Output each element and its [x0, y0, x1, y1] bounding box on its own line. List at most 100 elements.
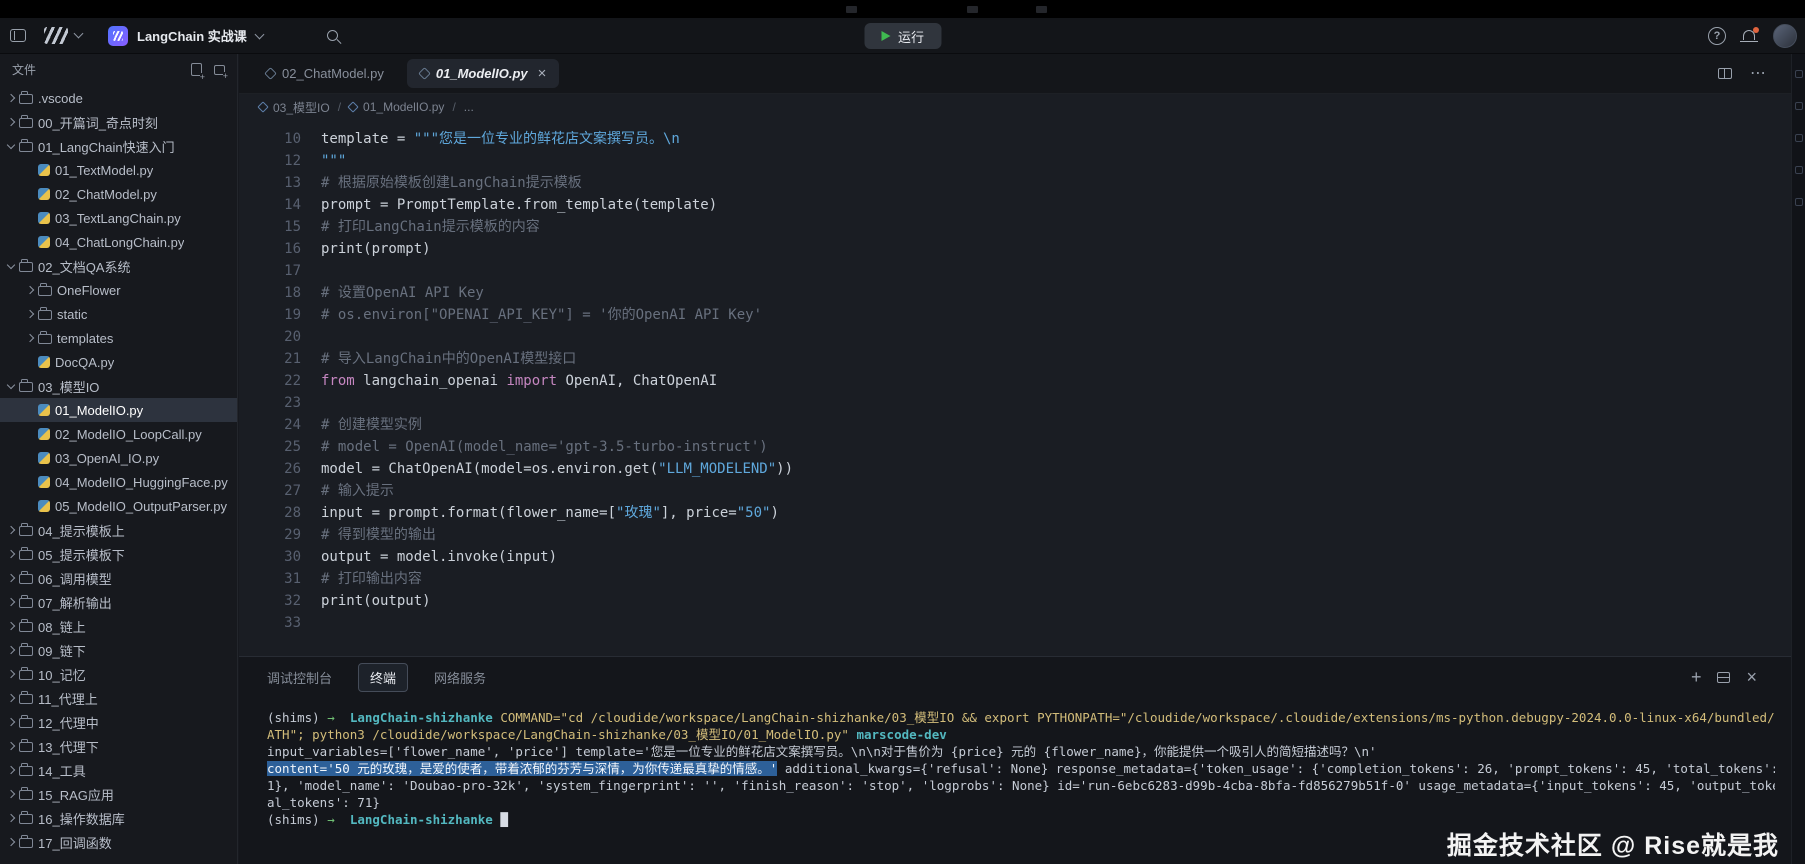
tree-item-label: 00_开篇词_奇点时刻: [38, 113, 158, 132]
tree-item[interactable]: 02_文档QA系统: [0, 254, 237, 278]
code-line[interactable]: 19# os.environ["OPENAI_API_KEY"] = '你的Op…: [239, 304, 1791, 326]
tree-item[interactable]: 10_记忆: [0, 662, 237, 686]
tree-item[interactable]: DocQA.py: [0, 350, 237, 374]
panel-actions: + ×: [1691, 670, 1757, 684]
code-line[interactable]: 24# 创建模型实例: [239, 414, 1791, 436]
notifications-bell-icon[interactable]: [1741, 28, 1758, 44]
code-line[interactable]: 14prompt = PromptTemplate.from_template(…: [239, 194, 1791, 216]
editor-tab[interactable]: 02_ChatModel.py: [253, 59, 397, 88]
tree-item[interactable]: 01_LangChain快速入门: [0, 134, 237, 158]
user-avatar[interactable]: [1773, 24, 1797, 48]
code-line[interactable]: 13# 根据原始模板创建LangChain提示模板: [239, 172, 1791, 194]
code-line[interactable]: 20: [239, 326, 1791, 348]
code-line[interactable]: 33: [239, 612, 1791, 634]
right-bar-icon[interactable]: [1795, 198, 1803, 206]
app-logo-icon[interactable]: [44, 27, 68, 44]
tree-item[interactable]: 02_ModelIO_LoopCall.py: [0, 422, 237, 446]
help-icon[interactable]: ?: [1708, 27, 1726, 45]
code-line[interactable]: 15# 打印LangChain提示模板的内容: [239, 216, 1791, 238]
code-line[interactable]: 22from langchain_openai import OpenAI, C…: [239, 370, 1791, 392]
tree-item-label: 06_调用模型: [38, 569, 112, 588]
tree-item[interactable]: 17_回调函数: [0, 830, 237, 854]
more-actions-icon[interactable]: ⋯: [1750, 69, 1767, 79]
code-line[interactable]: 27# 输入提示: [239, 480, 1791, 502]
folder-icon: [19, 790, 33, 800]
tree-item[interactable]: 01_ModelIO.py: [0, 398, 237, 422]
panel-tab[interactable]: 终端: [358, 663, 408, 692]
workspace-switcher[interactable]: LangChain 实战课: [108, 26, 263, 46]
tree-item[interactable]: .vscode: [0, 86, 237, 110]
right-bar-icon[interactable]: [1795, 134, 1803, 142]
code-line[interactable]: 25# model = OpenAI(model_name='gpt-3.5-t…: [239, 436, 1791, 458]
right-bar-icon[interactable]: [1795, 166, 1803, 174]
tree-item[interactable]: templates: [0, 326, 237, 350]
code-line[interactable]: 10template = """您是一位专业的鲜花店文案撰写员。\n: [239, 128, 1791, 150]
logo-chevron-down-icon[interactable]: [74, 29, 84, 39]
new-file-icon[interactable]: [191, 63, 202, 76]
ide-window: LangChain 实战课 运行 ? 文件 .vscode00_开篇词_奇点时刻…: [0, 0, 1805, 864]
run-button[interactable]: 运行: [864, 23, 941, 49]
code-text: """: [301, 150, 346, 172]
tab-label: 01_ModelIO.py: [436, 66, 528, 81]
breadcrumb-item[interactable]: 03_模型IO: [259, 99, 330, 116]
text-segment: print(output): [321, 593, 431, 609]
tree-item[interactable]: 09_链下: [0, 638, 237, 662]
file-icon: [264, 67, 277, 80]
tree-item[interactable]: 07_解析输出: [0, 590, 237, 614]
tree-item-label: 10_记忆: [38, 665, 86, 684]
new-terminal-icon[interactable]: +: [1691, 670, 1702, 684]
tree-item[interactable]: 15_RAG应用: [0, 782, 237, 806]
code-editor[interactable]: 10template = """您是一位专业的鲜花店文案撰写员。\n12"""1…: [239, 120, 1791, 656]
folder-icon: [38, 334, 52, 344]
code-line[interactable]: 28input = prompt.format(flower_name=["玫瑰…: [239, 502, 1791, 524]
code-line[interactable]: 32print(output): [239, 590, 1791, 612]
tree-item[interactable]: 04_提示模板上: [0, 518, 237, 542]
close-panel-icon[interactable]: ×: [1746, 670, 1757, 684]
code-line[interactable]: 30output = model.invoke(input): [239, 546, 1791, 568]
tree-item[interactable]: 01_TextModel.py: [0, 158, 237, 182]
panel-tab[interactable]: 网络服务: [434, 668, 486, 687]
close-tab-icon[interactable]: ×: [538, 65, 547, 82]
sidebar-toggle-icon[interactable]: [10, 29, 26, 42]
tree-item[interactable]: 05_ModelIO_OutputParser.py: [0, 494, 237, 518]
right-bar-icon[interactable]: [1795, 70, 1803, 78]
split-editor-icon[interactable]: [1718, 68, 1732, 79]
code-line[interactable]: 26model = ChatOpenAI(model=os.environ.ge…: [239, 458, 1791, 480]
code-line[interactable]: 29# 得到模型的输出: [239, 524, 1791, 546]
tree-item[interactable]: OneFlower: [0, 278, 237, 302]
tree-item[interactable]: 13_代理下: [0, 734, 237, 758]
tree-item[interactable]: 12_代理中: [0, 710, 237, 734]
tree-item[interactable]: 03_模型IO: [0, 374, 237, 398]
tree-item[interactable]: 11_代理上: [0, 686, 237, 710]
tree-item[interactable]: 06_调用模型: [0, 566, 237, 590]
tree-item[interactable]: 03_TextLangChain.py: [0, 206, 237, 230]
tree-item-label: 05_ModelIO_OutputParser.py: [55, 499, 227, 514]
tree-item[interactable]: 05_提示模板下: [0, 542, 237, 566]
tree-item-label: 13_代理下: [38, 737, 99, 756]
breadcrumb-item[interactable]: 01_ModelIO.py: [349, 100, 444, 114]
code-line[interactable]: 17: [239, 260, 1791, 282]
tree-item[interactable]: 04_ChatLongChain.py: [0, 230, 237, 254]
tree-item[interactable]: 16_操作数据库: [0, 806, 237, 830]
tree-item[interactable]: static: [0, 302, 237, 326]
text-segment: ATH"; python3 /cloudide/workspace/LangCh…: [267, 727, 849, 742]
code-line[interactable]: 23: [239, 392, 1791, 414]
code-line[interactable]: 21# 导入LangChain中的OpenAI模型接口: [239, 348, 1791, 370]
code-line[interactable]: 18# 设置OpenAI API Key: [239, 282, 1791, 304]
breadcrumb-item[interactable]: ...: [464, 100, 474, 114]
tree-item[interactable]: 04_ModelIO_HuggingFace.py: [0, 470, 237, 494]
new-folder-icon[interactable]: [214, 65, 225, 75]
panel-tab[interactable]: 调试控制台: [267, 668, 332, 687]
tree-item[interactable]: 08_链上: [0, 614, 237, 638]
tree-item[interactable]: 00_开篇词_奇点时刻: [0, 110, 237, 134]
tree-item[interactable]: 03_OpenAI_IO.py: [0, 446, 237, 470]
right-bar-icon[interactable]: [1795, 102, 1803, 110]
editor-tab[interactable]: 01_ModelIO.py ×: [407, 59, 560, 88]
code-line[interactable]: 12""": [239, 150, 1791, 172]
search-icon[interactable]: [327, 30, 338, 41]
code-line[interactable]: 31# 打印输出内容: [239, 568, 1791, 590]
tree-item[interactable]: 14_工具: [0, 758, 237, 782]
tree-item[interactable]: 02_ChatModel.py: [0, 182, 237, 206]
split-panel-icon[interactable]: [1717, 672, 1730, 683]
code-line[interactable]: 16print(prompt): [239, 238, 1791, 260]
